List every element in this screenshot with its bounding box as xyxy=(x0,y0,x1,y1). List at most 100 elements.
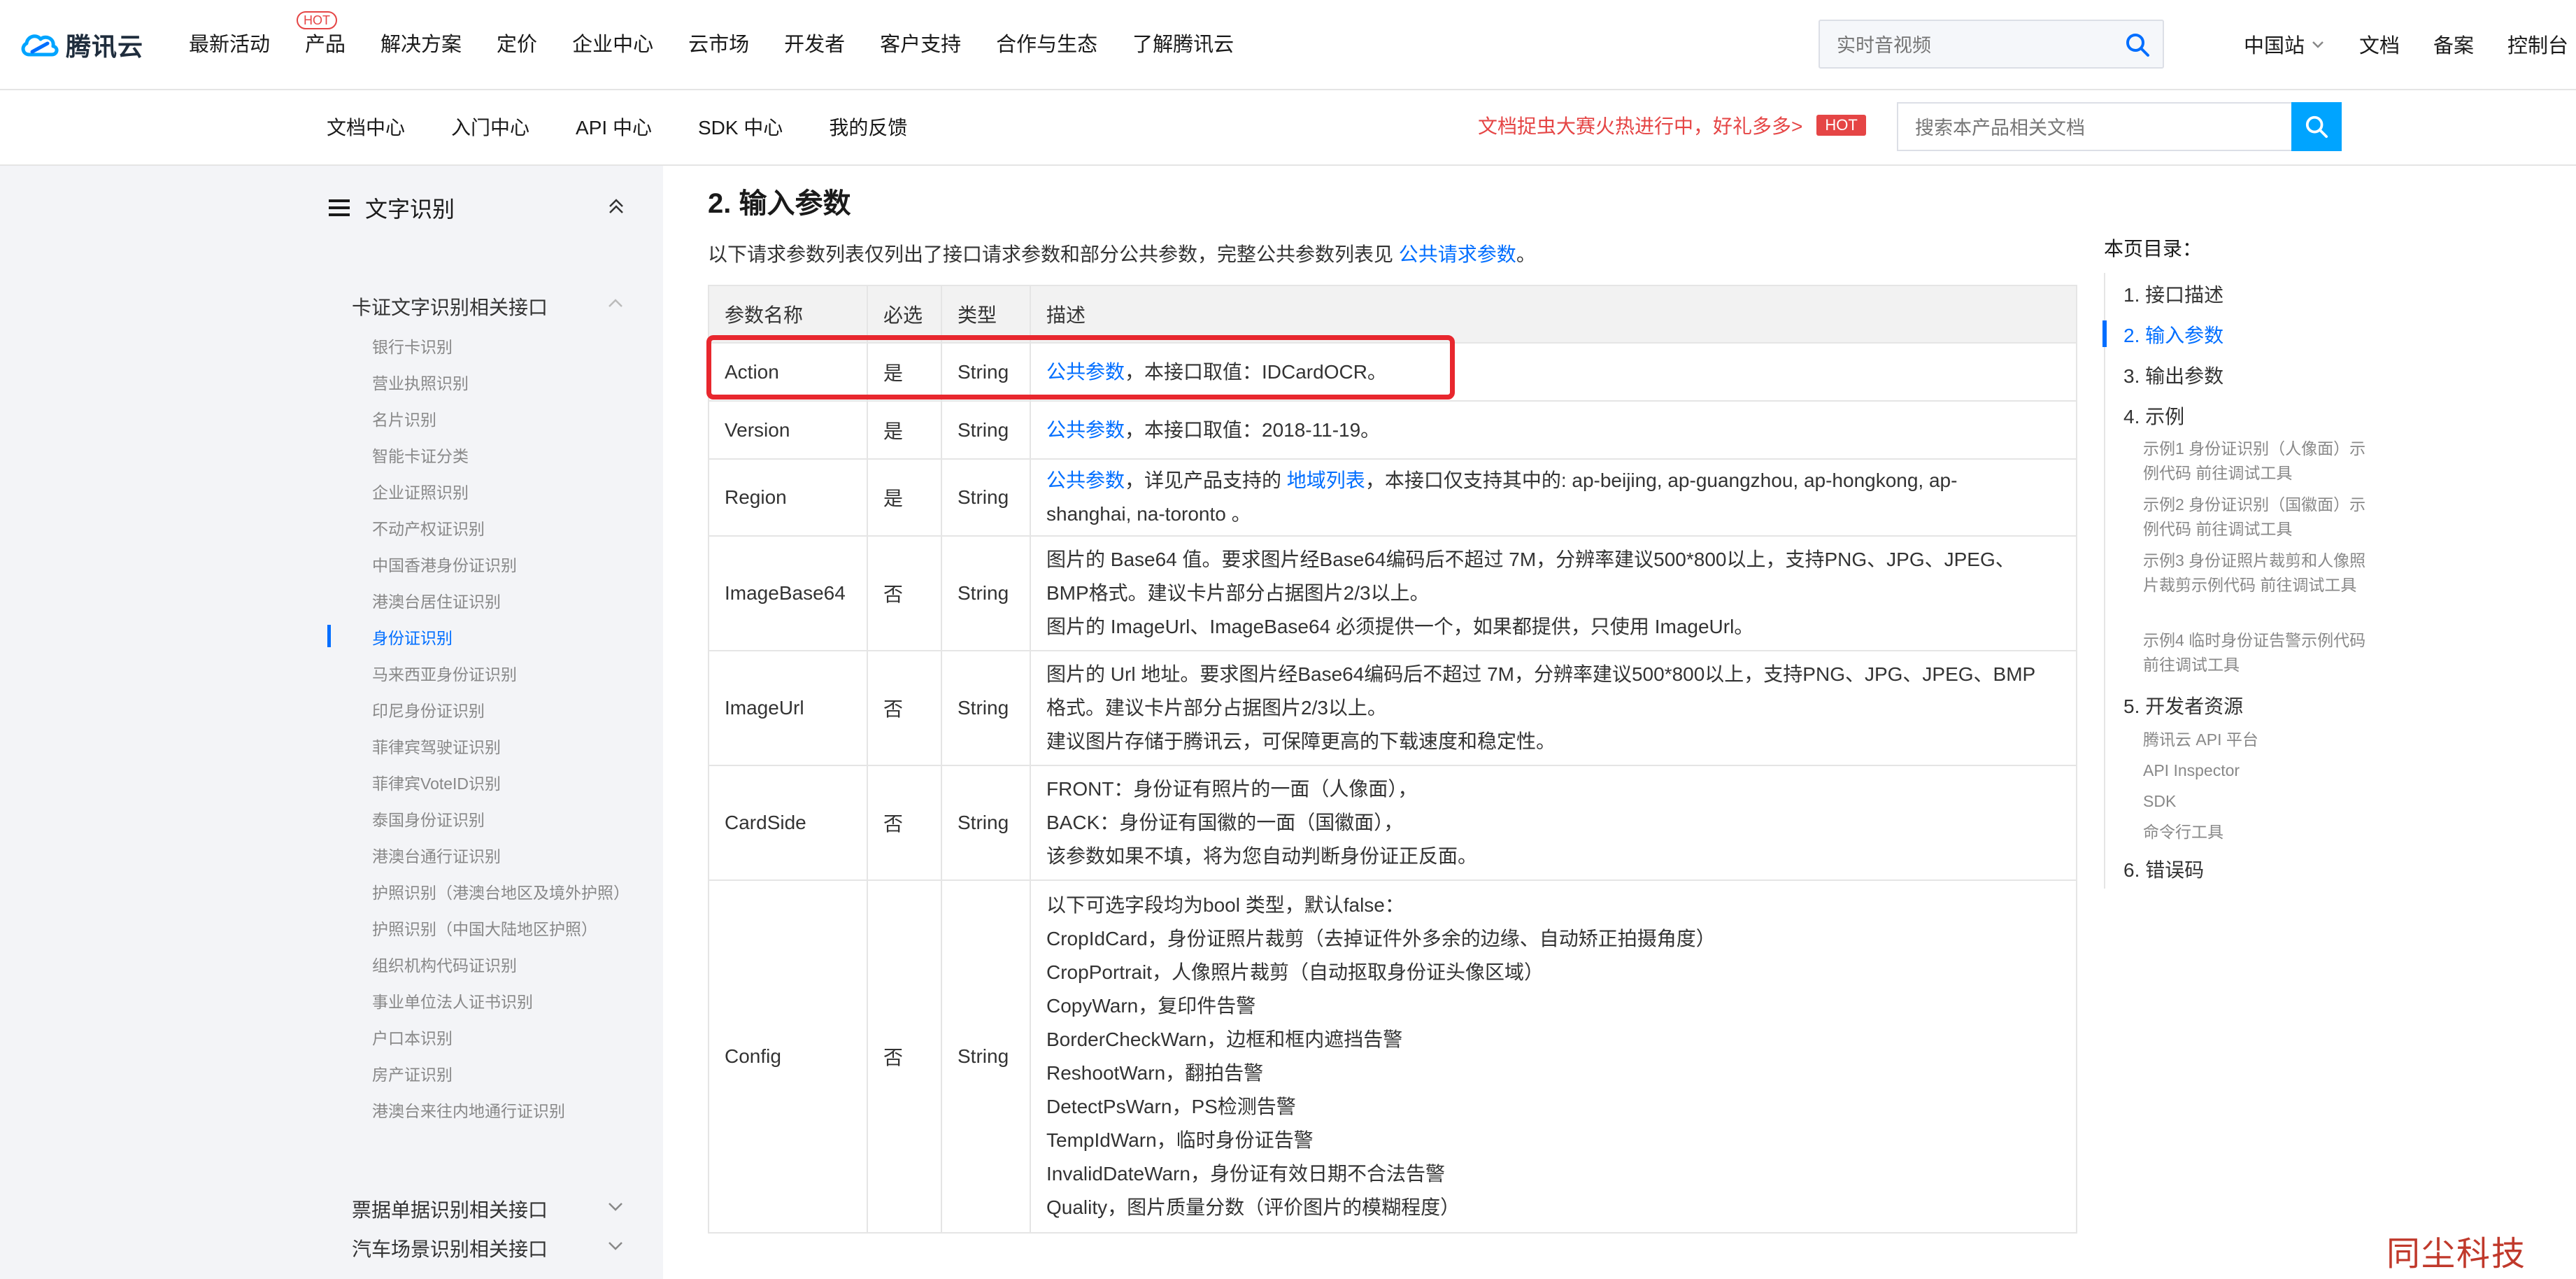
toc-item-examples[interactable]: 4. 示例 xyxy=(2123,402,2184,430)
param-description-cell: 图片的 Url 地址。要求图片经Base64编码后不超过 7M，分辨率建议500… xyxy=(1030,650,2077,766)
nav-item-enterprise[interactable]: 企业中心 xyxy=(572,28,653,57)
description-line: 格式。建议卡片部分占据图片2/3以上。 xyxy=(1046,697,1387,719)
chevron-down-icon[interactable] xyxy=(606,1196,625,1216)
description-line: FRONT：身份证有照片的一面（人像面）， xyxy=(1046,778,1418,800)
nav-item-products-label: 产品 xyxy=(305,34,346,56)
param-type-cell: String xyxy=(941,765,1031,881)
param-name-cell: ImageBase64 xyxy=(708,535,868,651)
sidebar-item[interactable]: 企业证照识别 xyxy=(372,474,624,511)
logo-text: 腾讯云 xyxy=(66,32,144,61)
chevron-up-icon[interactable] xyxy=(606,294,625,313)
sidebar-item[interactable]: 印尼身份证识别 xyxy=(372,693,624,729)
sidebar-item[interactable]: 护照识别（港澳台地区及境外护照） xyxy=(372,875,629,911)
table-row: Version 是 String 公共参数，本接口取值：2018-11-19。 xyxy=(708,400,2077,460)
section-title: 2. 输入参数 xyxy=(708,188,851,219)
sidebar-item[interactable]: 泰国身份证识别 xyxy=(372,802,624,838)
sidebar-item[interactable]: 事业单位法人证书识别 xyxy=(372,984,624,1020)
nav-item-about[interactable]: 了解腾讯云 xyxy=(1132,28,1234,57)
logo[interactable]: 腾讯云 xyxy=(20,25,143,64)
param-description-cell: 以下可选字段均为bool 类型，默认false： CropIdCard，身份证照片… xyxy=(1030,879,2077,1234)
table-row: Region 是 String 公共参数，详见产品支持的 地域列表，本接口仅支持其中的… xyxy=(708,458,2077,537)
nav-item-products[interactable]: 产品 HOT xyxy=(297,11,346,57)
nav-item-developer[interactable]: 开发者 xyxy=(784,28,845,57)
cloud-logo-icon xyxy=(21,34,59,57)
common-param-link[interactable]: 公共参数 xyxy=(1046,361,1125,383)
nav-item-marketplace[interactable]: 云市场 xyxy=(688,28,749,57)
sidebar-item[interactable]: 银行卡识别 xyxy=(372,329,624,365)
sidebar-item[interactable]: 智能卡证分类 xyxy=(372,438,624,474)
common-param-link[interactable]: 公共参数 xyxy=(1046,419,1125,441)
sidebar-item[interactable]: 护照识别（中国大陆地区护照） xyxy=(372,911,624,947)
sidebar-item[interactable]: 马来西亚身份证识别 xyxy=(372,656,624,693)
param-name-cell: Region xyxy=(708,458,868,537)
chevron-down-icon xyxy=(2312,41,2324,48)
sidebar-item[interactable]: 港澳台居住证识别 xyxy=(372,584,624,620)
docs-link[interactable]: 文档 xyxy=(2359,29,2400,59)
region-selector[interactable]: 中国站 xyxy=(2244,29,2326,59)
nav-item-activities[interactable]: 最新活动 xyxy=(189,28,270,57)
sidebar-group-receipts[interactable]: 票据单据识别相关接口 xyxy=(352,1195,548,1223)
nav-item-ecosystem[interactable]: 合作与生态 xyxy=(996,28,1097,57)
sidebar-item[interactable]: 户口本识别 xyxy=(372,1020,624,1057)
nav-item-support[interactable]: 客户支持 xyxy=(880,28,961,57)
common-params-link[interactable]: 公共请求参数 xyxy=(1399,243,1516,265)
toc-example-4[interactable]: 示例4 临时身份证告警示例代码 前往调试工具 xyxy=(2143,628,2367,677)
subnav-my-feedback[interactable]: 我的反馈 xyxy=(829,113,907,141)
global-search-input[interactable] xyxy=(1835,31,2118,60)
subnav-doc-center[interactable]: 文档中心 xyxy=(327,113,405,141)
common-param-link[interactable]: 公共参数 xyxy=(1046,469,1125,491)
chevron-up-icon[interactable] xyxy=(606,196,627,217)
search-icon[interactable] xyxy=(2125,32,2150,57)
sidebar-item[interactable]: 菲律宾VoteID识别 xyxy=(372,765,624,802)
toc-dev-cli[interactable]: 命令行工具 xyxy=(2143,820,2367,845)
toc-active-indicator xyxy=(2102,320,2107,347)
sidebar-item[interactable]: 不动产权证识别 xyxy=(372,511,624,547)
toc-item-description[interactable]: 1. 接口描述 xyxy=(2123,280,2223,308)
subnav-sdk-center[interactable]: SDK 中心 xyxy=(698,113,783,141)
doc-subnav: 文档中心 入门中心 API 中心 SDK 中心 我的反馈 xyxy=(327,113,907,141)
toc-example-3[interactable]: 示例3 身份证照片裁剪和人像照片裁剪示例代码 前往调试工具 xyxy=(2143,549,2367,598)
param-description-cell: 公共参数，本接口取值：IDCardOCR。 xyxy=(1030,342,2077,402)
toc-dev-sdk[interactable]: SDK xyxy=(2143,789,2367,814)
toc-item-output-params[interactable]: 3. 输出参数 xyxy=(2123,361,2223,389)
global-search xyxy=(1819,20,2164,69)
sidebar-item[interactable]: 营业执照识别 xyxy=(372,365,624,402)
sidebar-item[interactable]: 港澳台通行证识别 xyxy=(372,838,624,875)
doc-search-button[interactable] xyxy=(2291,102,2342,151)
toc-example-1[interactable]: 示例1 身份证识别（人像面）示例代码 前往调试工具 xyxy=(2143,437,2367,486)
param-name-cell: CardSide xyxy=(708,765,868,881)
subnav-api-center[interactable]: API 中心 xyxy=(576,113,652,141)
sidebar-item[interactable]: 港澳台来往内地通行证识别 xyxy=(372,1093,624,1129)
sidebar-group-card-ocr[interactable]: 卡证文字识别相关接口 xyxy=(352,292,548,320)
sidebar-item[interactable]: 房产证识别 xyxy=(372,1057,624,1093)
nav-item-pricing[interactable]: 定价 xyxy=(497,28,537,57)
sidebar-item[interactable]: 组织机构代码证识别 xyxy=(372,947,624,984)
description-line: BACK：身份证有国徽的一面（国徽面）， xyxy=(1046,812,1404,833)
sidebar-item[interactable]: 菲律宾驾驶证识别 xyxy=(372,729,624,765)
description-line: InvalidDateWarn，身份证有效日期不合法告警 xyxy=(1046,1163,1445,1185)
chevron-down-icon[interactable] xyxy=(606,1236,625,1255)
subnav-getting-started[interactable]: 入门中心 xyxy=(451,113,529,141)
param-name-cell: Action xyxy=(708,342,868,402)
console-link[interactable]: 控制台 xyxy=(2507,29,2568,59)
sidebar-group-vehicle[interactable]: 汽车场景识别相关接口 xyxy=(352,1234,548,1262)
toc-item-dev-resources[interactable]: 5. 开发者资源 xyxy=(2123,691,2243,719)
region-label: 中国站 xyxy=(2244,35,2305,57)
sidebar-item[interactable]: 中国香港身份证识别 xyxy=(372,547,624,584)
icp-link[interactable]: 备案 xyxy=(2433,29,2474,59)
sidebar-item[interactable]: 名片识别 xyxy=(372,402,624,438)
region-list-link[interactable]: 地域列表 xyxy=(1287,469,1365,491)
toc-item-input-params[interactable]: 2. 输入参数 xyxy=(2123,320,2223,348)
menu-icon xyxy=(329,199,350,216)
promo-link[interactable]: 文档捉虫大赛火热进行中，好礼多多> HOT xyxy=(1478,111,1866,139)
params-table: 参数名称 必选 类型 描述 Action 是 String 公共参数，本接口取值：ID… xyxy=(708,285,2077,1234)
toc-item-error-codes[interactable]: 6. 错误码 xyxy=(2123,855,2204,883)
nav-item-solutions[interactable]: 解决方案 xyxy=(380,28,462,57)
toc-dev-api-inspector[interactable]: API Inspector xyxy=(2143,758,2367,783)
toc-dev-api-platform[interactable]: 腾讯云 API 平台 xyxy=(2143,728,2367,752)
promo-hot-badge: HOT xyxy=(1816,115,1866,136)
doc-search-input[interactable] xyxy=(1914,113,2280,143)
toc-example-2[interactable]: 示例2 身份证识别（国徽面）示例代码 前往调试工具 xyxy=(2143,493,2367,542)
sidebar-item[interactable]: 身份证识别 xyxy=(372,620,624,656)
sidebar-title[interactable]: 文字识别 xyxy=(329,192,455,224)
